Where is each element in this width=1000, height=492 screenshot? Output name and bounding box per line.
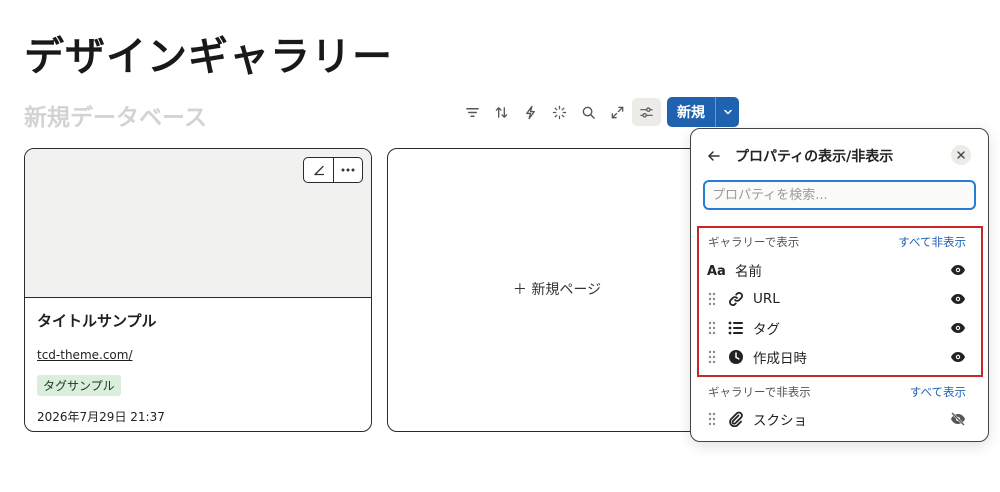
property-name: 作成日時: [753, 351, 807, 367]
card-url-link[interactable]: tcd-theme.com/: [37, 348, 133, 362]
eye-off-icon[interactable]: [948, 411, 968, 427]
property-name: URL: [753, 291, 780, 307]
automation-icon[interactable]: [516, 98, 545, 126]
close-icon[interactable]: [951, 145, 971, 165]
hidden-section-label: ギャラリーで非表示: [708, 385, 811, 399]
card-created-date: 2026年7月29日 21:37: [37, 410, 165, 424]
edit-icon[interactable]: [304, 158, 333, 182]
property-row-name[interactable]: Aa 名前: [707, 259, 968, 281]
gallery-card[interactable]: タイトルサンプル tcd-theme.com/ タグサンプル 2026年7月29…: [24, 148, 372, 432]
card-actions: [303, 157, 363, 183]
eye-icon[interactable]: [948, 291, 968, 307]
view-toolbar: 新規: [458, 97, 739, 127]
panel-title: プロパティの表示/非表示: [735, 149, 894, 165]
new-button[interactable]: 新規: [667, 97, 715, 127]
show-all-link[interactable]: すべて表示: [910, 384, 966, 400]
ai-sparkle-icon[interactable]: [545, 98, 574, 126]
eye-icon[interactable]: [948, 262, 968, 278]
property-name: タグ: [753, 322, 780, 338]
hide-all-link[interactable]: すべて非表示: [898, 234, 966, 250]
eye-icon[interactable]: [948, 320, 968, 336]
database-name[interactable]: 新規データベース: [24, 98, 207, 132]
text-aa-icon: Aa: [707, 261, 727, 279]
page-title: デザインギャラリー: [24, 34, 393, 80]
drag-handle-icon[interactable]: [707, 321, 717, 335]
eye-icon[interactable]: [948, 349, 968, 365]
property-name: スクショ: [753, 413, 807, 429]
new-page-card[interactable]: ＋ 新規ページ: [387, 148, 727, 432]
property-row-screenshot[interactable]: スクショ: [707, 408, 968, 430]
property-row-url[interactable]: URL: [707, 288, 968, 310]
paperclip-icon: [727, 410, 745, 428]
clock-icon: [727, 348, 745, 366]
new-page-label: ＋ 新規ページ: [512, 282, 602, 298]
svg-text:Aa: Aa: [707, 264, 726, 277]
shown-section-label: ギャラリーで表示: [708, 235, 800, 249]
property-search-input[interactable]: [703, 180, 976, 210]
drag-handle-icon[interactable]: [707, 412, 717, 426]
property-visibility-panel: プロパティの表示/非表示 ギャラリーで表示 すべて非表示 Aa 名前 URL: [690, 128, 989, 442]
settings-sliders-icon[interactable]: [632, 98, 661, 126]
drag-handle-icon[interactable]: [707, 292, 717, 306]
back-arrow-icon[interactable]: [705, 147, 723, 165]
drag-handle-icon[interactable]: [707, 350, 717, 364]
expand-icon[interactable]: [603, 98, 632, 126]
more-icon[interactable]: [333, 158, 362, 182]
property-name: 名前: [735, 264, 762, 280]
property-row-tag[interactable]: タグ: [707, 317, 968, 339]
chevron-down-icon[interactable]: [715, 97, 739, 127]
list-icon: [727, 319, 745, 337]
filter-icon[interactable]: [458, 98, 487, 126]
search-icon[interactable]: [574, 98, 603, 126]
link-icon: [727, 290, 745, 308]
card-cover: [25, 149, 371, 298]
card-title: タイトルサンプル: [37, 312, 157, 330]
tag-badge: タグサンプル: [37, 375, 121, 396]
new-button-group: 新規: [667, 97, 739, 127]
sort-icon[interactable]: [487, 98, 516, 126]
property-row-created-time[interactable]: 作成日時: [707, 346, 968, 368]
